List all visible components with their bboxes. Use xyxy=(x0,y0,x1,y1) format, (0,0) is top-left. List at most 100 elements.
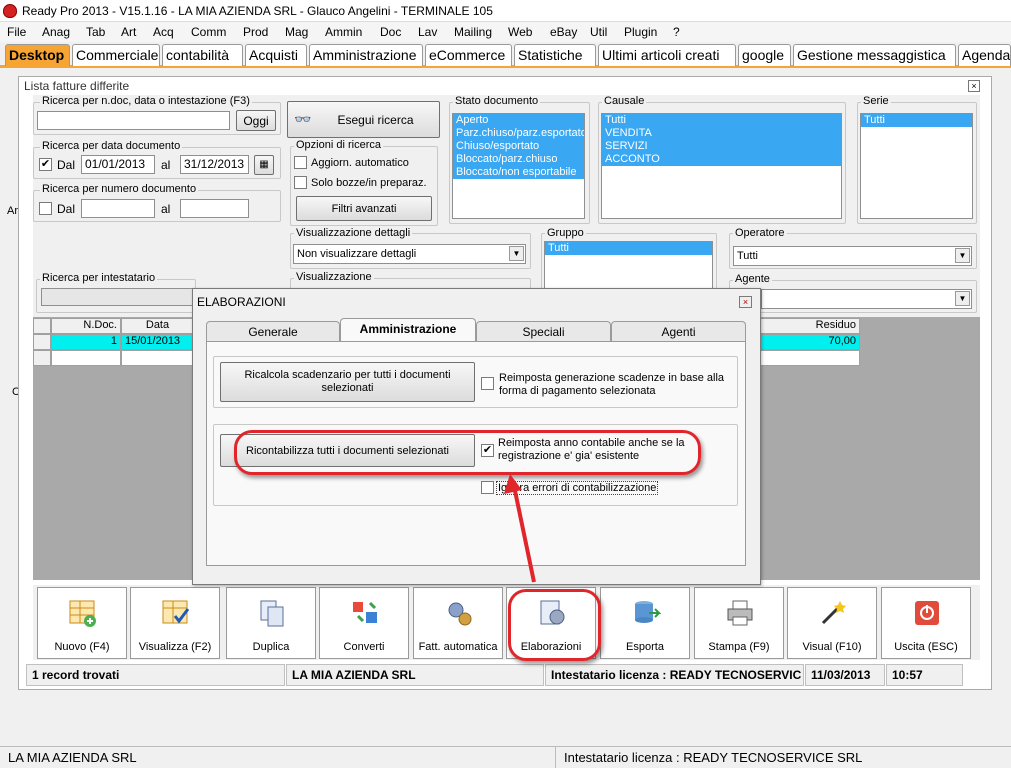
table-row[interactable] xyxy=(121,350,194,366)
tab-amministrazione[interactable]: Amministrazione xyxy=(309,44,423,66)
auto-update-checkbox[interactable] xyxy=(294,156,307,169)
visual-button[interactable]: Visual (F10) xyxy=(787,587,877,659)
causale-option[interactable]: ACCONTO xyxy=(602,153,841,166)
holder-input[interactable] xyxy=(41,288,193,306)
date-filter-checkbox[interactable]: ✔ xyxy=(39,158,52,171)
dialog-tab-amministrazione[interactable]: Amministrazione xyxy=(340,318,476,342)
grid-header-residuo[interactable]: Residuo xyxy=(760,318,860,334)
tab-ultimi-articoli[interactable]: Ultimi articoli creati xyxy=(598,44,736,66)
menu-acq[interactable]: Acq xyxy=(153,25,174,39)
status-date: 11/03/2013 xyxy=(805,664,885,686)
drafts-only-checkbox[interactable] xyxy=(294,176,307,189)
menu-ebay[interactable]: eBay xyxy=(550,25,577,39)
row-indicator xyxy=(33,334,51,350)
gruppo-option[interactable]: Tutti xyxy=(545,242,712,255)
close-icon[interactable]: × xyxy=(739,296,752,308)
menu-mailing[interactable]: Mailing xyxy=(454,25,492,39)
tab-gestione-messaggistica[interactable]: Gestione messaggistica xyxy=(793,44,956,66)
title-bar: Ready Pro 2013 - V15.1.16 - LA MIA AZIEN… xyxy=(0,0,1011,22)
menu-doc[interactable]: Doc xyxy=(380,25,401,39)
calendar-icon[interactable]: ▦ xyxy=(254,155,274,175)
convert-button[interactable]: Converti xyxy=(319,587,409,659)
new-button[interactable]: Nuovo (F4) xyxy=(37,587,127,659)
status-option[interactable]: Bloccato/non esportabile xyxy=(453,166,584,179)
serie-option[interactable]: Tutti xyxy=(861,114,972,127)
status-option[interactable]: Chiuso/esportato xyxy=(453,140,584,153)
table-row[interactable]: 15/01/2013 xyxy=(121,334,194,350)
tab-contabilita[interactable]: contabilità xyxy=(162,44,243,66)
details-value: Non visualizzare dettagli xyxy=(297,248,417,260)
causale-option[interactable]: SERVIZI xyxy=(602,140,841,153)
table-row[interactable] xyxy=(760,350,860,366)
tab-agenda[interactable]: Agenda xyxy=(958,44,1011,66)
menu-lav[interactable]: Lav xyxy=(418,25,437,39)
menu-anag[interactable]: Anag xyxy=(42,25,70,39)
execute-search-label: Esegui ricerca xyxy=(337,113,414,127)
menu-util[interactable]: Util xyxy=(590,25,607,39)
gruppo-listbox[interactable]: Tutti xyxy=(544,241,713,291)
menu-ammin[interactable]: Ammin xyxy=(325,25,362,39)
operatore-combo[interactable]: Tutti ▼ xyxy=(733,246,972,266)
status-company: LA MIA AZIENDA SRL xyxy=(286,664,544,686)
advanced-filters-button[interactable]: Filtri avanzati xyxy=(296,196,432,221)
causale-listbox[interactable]: Tutti VENDITA SERVIZI ACCONTO xyxy=(601,113,842,219)
tab-ecommerce[interactable]: eCommerce xyxy=(425,44,512,66)
details-label: Visualizzazione dettagli xyxy=(294,227,413,239)
serie-listbox[interactable]: Tutti xyxy=(860,113,973,219)
menu-tab[interactable]: Tab xyxy=(86,25,105,39)
dialog-tab-speciali[interactable]: Speciali xyxy=(476,321,611,342)
chevron-down-icon[interactable]: ▼ xyxy=(509,246,524,261)
causale-option[interactable]: VENDITA xyxy=(602,127,841,140)
date-from-input[interactable]: 01/01/2013 xyxy=(81,155,155,174)
exit-button[interactable]: Uscita (ESC) xyxy=(881,587,971,659)
menu-mag[interactable]: Mag xyxy=(285,25,308,39)
grid-header-date[interactable]: Data xyxy=(121,318,194,334)
ignore-errors-checkbox[interactable] xyxy=(481,481,494,494)
database-export-icon xyxy=(635,601,661,623)
menu-help[interactable]: ? xyxy=(673,25,680,39)
dialog-tab-agenti[interactable]: Agenti xyxy=(611,321,746,342)
table-row[interactable]: 1 xyxy=(51,334,121,350)
number-from-input[interactable] xyxy=(81,199,155,218)
records-count: 1 record trovati xyxy=(26,664,285,686)
menu-art[interactable]: Art xyxy=(121,25,136,39)
agente-combo[interactable]: ▼ xyxy=(761,289,972,309)
table-row[interactable] xyxy=(51,350,121,366)
table-row[interactable]: 70,00 xyxy=(760,334,860,350)
today-button[interactable]: Oggi xyxy=(236,110,276,131)
chevron-down-icon[interactable]: ▼ xyxy=(955,248,970,263)
menu-plugin[interactable]: Plugin xyxy=(624,25,657,39)
status-option[interactable]: Aperto xyxy=(453,114,584,127)
search-ndoc-input[interactable] xyxy=(37,111,230,130)
print-button[interactable]: Stampa (F9) xyxy=(694,587,784,659)
recalc-schedule-button[interactable]: Ricalcola scadenzario per tutti i docume… xyxy=(220,362,475,402)
tab-statistiche[interactable]: Statistiche xyxy=(514,44,596,66)
menu-web[interactable]: Web xyxy=(508,25,532,39)
chevron-down-icon[interactable]: ▼ xyxy=(955,291,970,306)
date-to-input[interactable]: 31/12/2013 xyxy=(180,155,249,174)
menu-file[interactable]: File xyxy=(7,25,26,39)
auto-invoice-button[interactable]: Fatt. automatica xyxy=(413,587,503,659)
status-option[interactable]: Bloccato/parz.chiuso xyxy=(453,153,584,166)
export-button[interactable]: Esporta xyxy=(600,587,690,659)
execute-search-button[interactable]: 👓 Esegui ricerca xyxy=(287,101,440,138)
duplicate-button[interactable]: Duplica xyxy=(226,587,316,659)
grid-header-ndoc[interactable]: N.Doc. xyxy=(51,318,121,334)
number-to-input[interactable] xyxy=(180,199,249,218)
recalc-option-checkbox[interactable] xyxy=(481,377,494,390)
menu-prod[interactable]: Prod xyxy=(243,25,268,39)
number-filter-checkbox[interactable] xyxy=(39,202,52,215)
status-listbox[interactable]: Aperto Parz.chiuso/parz.esportato Chiuso… xyxy=(452,113,585,219)
details-combo[interactable]: Non visualizzare dettagli ▼ xyxy=(293,244,526,264)
panel-close-icon[interactable]: × xyxy=(968,80,980,92)
dialog-tab-generale[interactable]: Generale xyxy=(206,321,340,342)
menu-comm[interactable]: Comm xyxy=(191,25,226,39)
app-status-company: LA MIA AZIENDA SRL xyxy=(0,746,555,768)
view-button[interactable]: Visualizza (F2) xyxy=(130,587,220,659)
causale-option[interactable]: Tutti xyxy=(602,114,841,127)
tab-commerciale[interactable]: Commerciale xyxy=(72,44,160,66)
tab-acquisti[interactable]: Acquisti xyxy=(245,44,307,66)
status-option[interactable]: Parz.chiuso/parz.esportato xyxy=(453,127,584,140)
tab-google[interactable]: google xyxy=(738,44,791,66)
tab-desktop[interactable]: Desktop xyxy=(5,44,70,66)
